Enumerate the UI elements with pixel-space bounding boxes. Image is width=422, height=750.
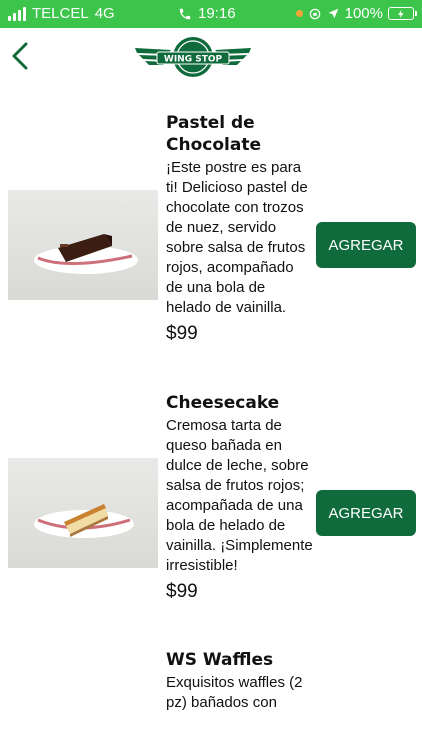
location-icon	[328, 8, 338, 19]
item-title: WS Waffles	[166, 650, 274, 670]
list-item: Cheesecake Cremosa tarta de queso bañada…	[0, 392, 422, 632]
cheesecake-image	[8, 458, 158, 568]
recording-dot-icon	[295, 10, 303, 17]
item-price: $99	[166, 581, 198, 602]
item-title: Pastel de Chocolate	[166, 113, 261, 155]
add-cheesecake-button[interactable]: AGREGAR	[316, 490, 416, 536]
chevron-left-icon[interactable]	[8, 40, 32, 72]
add-pastel-button[interactable]: AGREGAR	[316, 222, 416, 268]
orientation-lock-icon	[309, 8, 320, 19]
item-title: Cheesecake	[166, 393, 280, 413]
clock: 19:16	[198, 5, 236, 22]
signal-icon	[8, 6, 26, 21]
app-header: WING STOP	[0, 28, 422, 84]
item-price: $99	[166, 323, 198, 344]
phone-icon	[179, 8, 191, 19]
network-type: 4G	[94, 5, 115, 22]
battery-icon	[388, 7, 417, 20]
item-description: ¡Este postre es para ti! Delicioso paste…	[166, 159, 308, 316]
wingstop-logo: WING STOP	[135, 37, 251, 77]
item-description: Exquisitos waffles (2 pz) bañados con	[166, 674, 303, 711]
pastel-chocolate-image	[8, 190, 158, 300]
list-item: Pastel de Chocolate ¡Este postre es para…	[0, 112, 422, 374]
carrier-name: TELCEL	[32, 5, 89, 22]
item-description: Cremosa tarta de queso bañada en dulce d…	[166, 417, 313, 574]
battery-percent: 100%	[344, 5, 383, 22]
svg-text:WING STOP: WING STOP	[164, 55, 223, 65]
status-bar: TELCEL 4G 19:16 100%	[0, 0, 422, 28]
list-item: WS Waffles Exquisitos waffles (2 pz) bañ…	[0, 649, 422, 750]
